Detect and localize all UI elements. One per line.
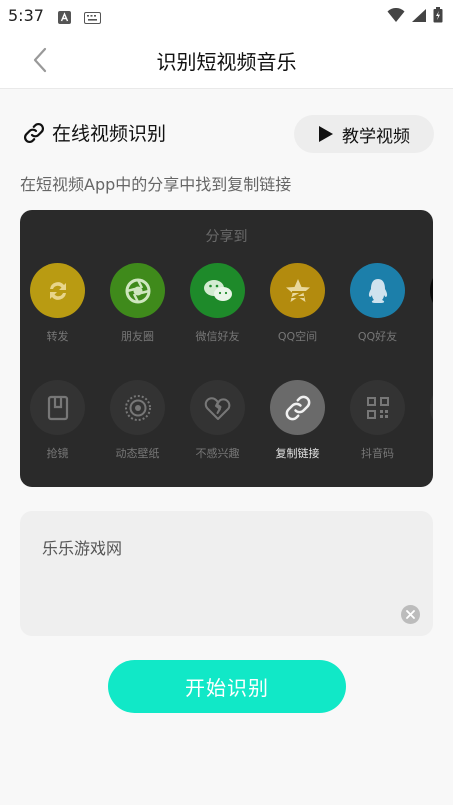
share-label: 不感兴趣 [195, 447, 240, 460]
share-label: QQ好友 [357, 330, 398, 343]
wifi-icon [387, 7, 405, 27]
signal-icon [411, 8, 427, 27]
broken-heart-icon [190, 380, 245, 435]
tutorial-video-button[interactable]: 教学视频 [294, 115, 434, 153]
link-input-field[interactable]: 乐乐游戏网 [20, 511, 433, 636]
share-sheet-demo-image: 分享到 转发 朋友圈 微信好友 QQ空间 QQ好友 抢镜 动态壁纸 不感兴趣 复… [20, 210, 433, 487]
link-input-value[interactable]: 乐乐游戏网 [42, 535, 122, 559]
share-label: 抢镜 [46, 447, 69, 460]
link-icon [270, 380, 325, 435]
moments-icon [110, 263, 165, 318]
share-item-grab-shot: 抢镜 [30, 380, 85, 461]
more-action-icon [430, 380, 433, 435]
repost-icon [30, 263, 85, 318]
qr-code-icon [350, 380, 405, 435]
share-label: 动态壁纸 [115, 447, 160, 460]
play-icon [319, 126, 333, 142]
status-icons [387, 7, 443, 27]
grab-shot-icon [30, 380, 85, 435]
share-sheet-title: 分享到 [205, 229, 248, 245]
qzone-icon [270, 263, 325, 318]
link-icon [23, 122, 45, 143]
share-item-live-wallpaper: 动态壁纸 [110, 380, 165, 461]
section-header: 在线视频识别 [22, 119, 166, 146]
share-label: 微信好友 [195, 330, 240, 343]
share-item-wechat: 微信好友 [190, 263, 245, 344]
section-title: 在线视频识别 [52, 123, 167, 145]
share-item-repost: 转发 [30, 263, 85, 344]
keyboard-icon [84, 9, 101, 28]
share-item-qzone: QQ空间 [270, 263, 325, 344]
share-label: 抖音码 [361, 447, 394, 460]
share-item-more-partial [430, 380, 433, 461]
clear-input-button[interactable] [401, 605, 420, 624]
wechat-icon [190, 263, 245, 318]
share-label: 复制链接 [275, 447, 320, 460]
instruction-text: 在短视频App中的分享中找到复制链接 [20, 175, 292, 194]
page-title: 识别短视频音乐 [156, 50, 297, 74]
share-item-qq: QQ好友 [350, 263, 405, 344]
share-item-not-interested: 不感兴趣 [190, 380, 245, 461]
close-icon [406, 610, 415, 619]
share-label: QQ空间 [277, 330, 318, 343]
share-item-douyin-code: 抖音码 [350, 380, 405, 461]
share-row-actions: 抢镜 动态壁纸 不感兴趣 复制链接 抖音码 [30, 380, 433, 461]
battery-icon [433, 7, 443, 27]
share-item-copy-link: 复制链接 [270, 380, 325, 461]
share-row-apps: 转发 朋友圈 微信好友 QQ空间 QQ好友 [30, 263, 433, 344]
tutorial-video-label: 教学视频 [342, 126, 410, 147]
live-wallpaper-icon [110, 380, 165, 435]
start-recognition-button[interactable]: 开始识别 [108, 660, 346, 713]
more-app-icon [430, 263, 433, 318]
share-item-moments: 朋友圈 [110, 263, 165, 344]
status-bar: 5:37 [0, 0, 453, 30]
qq-icon [350, 263, 405, 318]
share-label: 转发 [46, 330, 69, 343]
share-item-more-partial [430, 263, 433, 344]
status-time: 5:37 [8, 6, 44, 25]
app-bar: 识别短视频音乐 [0, 30, 453, 89]
notification-a-icon [58, 9, 71, 28]
share-label: 朋友圈 [121, 330, 154, 343]
